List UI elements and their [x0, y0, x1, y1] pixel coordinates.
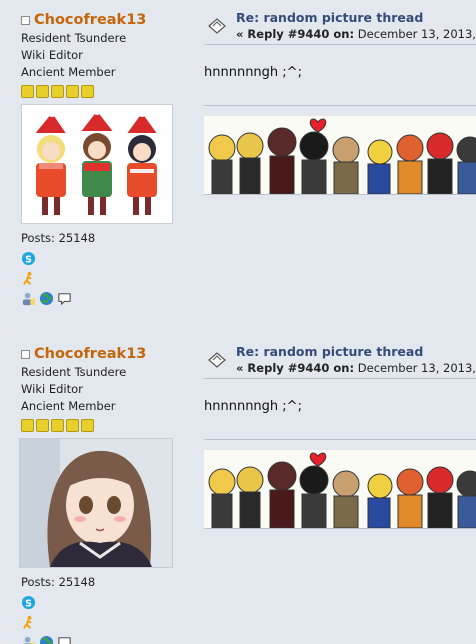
post-content: Re: random picture thread « Reply #9440 … — [204, 10, 476, 195]
star-icon — [36, 419, 49, 432]
signature-image — [204, 116, 476, 195]
member-title: Resident Tsundere — [21, 30, 191, 47]
post-count: Posts: 25148 — [21, 575, 191, 589]
member-group: Wiki Editor — [21, 47, 191, 64]
quick-moderation-checkbox[interactable] — [21, 16, 30, 25]
forum-post: Chocofreak13 Resident Tsundere Wiki Edit… — [6, 334, 476, 644]
star-icon — [21, 85, 34, 98]
member-rank: Ancient Member — [21, 398, 191, 415]
skype-icon[interactable]: S — [21, 251, 36, 266]
star-icon — [21, 419, 34, 432]
star-icon — [66, 85, 79, 98]
message-icon — [207, 17, 227, 35]
svg-text:S: S — [25, 598, 32, 609]
signature-divider — [204, 439, 476, 440]
post-subject-link[interactable]: Re: random picture thread — [236, 10, 423, 25]
star-icon — [81, 419, 94, 432]
rank-stars — [21, 85, 191, 98]
signature-divider — [204, 105, 476, 106]
website-icon[interactable] — [39, 291, 54, 306]
post-date: December 13, 2013, — [358, 27, 476, 41]
aim-icon[interactable] — [21, 271, 36, 286]
star-icon — [36, 85, 49, 98]
svg-text:S: S — [25, 254, 32, 265]
post-body: hnnnnnngh ;^; — [204, 65, 476, 105]
rank-stars — [21, 419, 191, 432]
forum-post: Chocofreak13 Resident Tsundere Wiki Edit… — [6, 0, 476, 326]
aim-icon[interactable] — [21, 615, 36, 630]
pm-icon[interactable] — [57, 291, 72, 306]
member-rank: Ancient Member — [21, 64, 191, 81]
poster-info: Chocofreak13 Resident Tsundere Wiki Edit… — [21, 344, 191, 644]
author-name[interactable]: Chocofreak13 — [34, 12, 146, 28]
message-icon — [207, 351, 227, 369]
member-title: Resident Tsundere — [21, 364, 191, 381]
avatar — [21, 104, 173, 224]
quick-moderation-checkbox[interactable] — [21, 350, 30, 359]
reply-number: « Reply #9440 on: — [236, 361, 354, 375]
post-content: Re: random picture thread « Reply #9440 … — [204, 344, 476, 529]
signature-image — [204, 450, 476, 529]
reply-info: « Reply #9440 on: December 13, 2013, — [236, 27, 476, 41]
author-name[interactable]: Chocofreak13 — [34, 346, 146, 362]
poster-info: Chocofreak13 Resident Tsundere Wiki Edit… — [21, 10, 191, 308]
avatar — [19, 438, 173, 568]
post-body: hnnnnnngh ;^; — [204, 399, 476, 439]
profile-icon[interactable] — [21, 291, 36, 306]
star-icon — [81, 85, 94, 98]
star-icon — [51, 419, 64, 432]
star-icon — [51, 85, 64, 98]
star-icon — [66, 419, 79, 432]
post-date: December 13, 2013, — [358, 361, 476, 375]
skype-icon[interactable]: S — [21, 595, 36, 610]
member-group: Wiki Editor — [21, 381, 191, 398]
reply-number: « Reply #9440 on: — [236, 27, 354, 41]
reply-info: « Reply #9440 on: December 13, 2013, — [236, 361, 476, 375]
post-count: Posts: 25148 — [21, 231, 191, 245]
post-subject-link[interactable]: Re: random picture thread — [236, 344, 423, 359]
